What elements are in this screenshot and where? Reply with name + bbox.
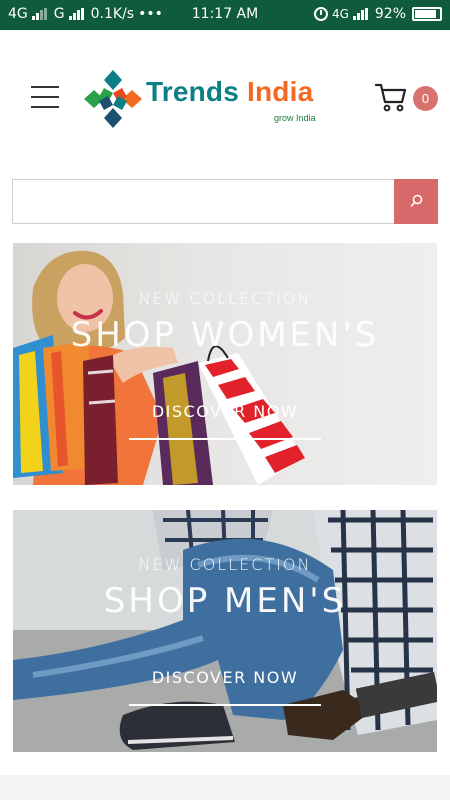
banner-women-title: SHOP WOMEN'S xyxy=(70,315,380,355)
cart-button[interactable] xyxy=(374,82,408,112)
search-button[interactable] xyxy=(394,179,438,224)
banner-men-title: SHOP MEN'S xyxy=(103,581,347,621)
logo-tagline: grow India xyxy=(274,113,316,123)
search-bar xyxy=(12,179,438,224)
banner-shop-mens[interactable]: NEW COLLECTION SHOP MEN'S DISCOVER NOW xyxy=(13,510,437,752)
banner-men-cta[interactable]: DISCOVER NOW xyxy=(13,668,437,687)
site-header: Trends India grow India 0 xyxy=(0,30,450,165)
status-bar: 4G G 0.1K/s ••• 11:17 AM 4G 92% xyxy=(0,0,450,30)
alarm-icon xyxy=(313,7,328,21)
signal-icon xyxy=(352,8,368,20)
banner-women-cta[interactable]: DISCOVER NOW xyxy=(13,402,437,421)
banner-women-kicker: NEW COLLECTION xyxy=(138,289,312,308)
search-icon xyxy=(410,194,423,207)
logo-mark-icon xyxy=(84,70,142,128)
menu-icon[interactable] xyxy=(31,86,59,108)
banner-men-underline xyxy=(129,704,321,706)
search-input[interactable] xyxy=(12,179,394,224)
logo[interactable]: Trends India grow India xyxy=(82,68,327,130)
cart-count-badge: 0 xyxy=(413,86,438,111)
logo-word-trends: Trends xyxy=(146,76,240,107)
banner-men-kicker: NEW COLLECTION xyxy=(138,555,312,574)
network-4g-right-label: 4G xyxy=(331,7,349,21)
banner-men-image xyxy=(13,510,437,752)
banner-women-underline xyxy=(129,438,321,440)
banner-women-image xyxy=(13,250,305,485)
banner-shop-womens[interactable]: NEW COLLECTION SHOP WOMEN'S DISCOVER NOW xyxy=(13,243,437,485)
cart-icon xyxy=(374,83,407,112)
status-right: 4G 92% xyxy=(313,6,442,22)
page-bottom-strip xyxy=(0,775,450,800)
logo-word-india: India xyxy=(247,76,314,107)
battery-percent: 92% xyxy=(374,6,406,22)
logo-title: Trends India xyxy=(146,76,313,108)
battery-icon xyxy=(412,7,442,21)
